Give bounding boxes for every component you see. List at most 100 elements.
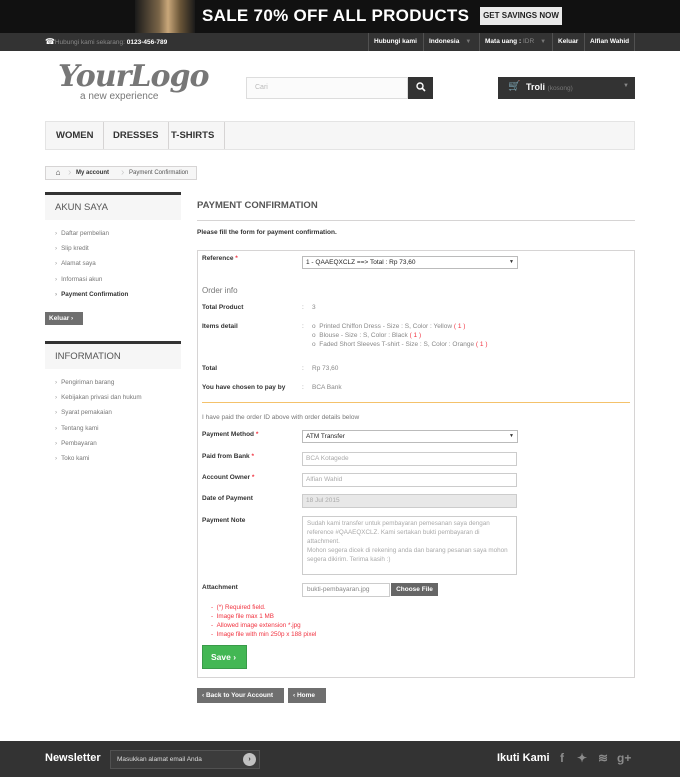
account-owner-field[interactable]: Alfian Wahid bbox=[302, 473, 517, 487]
top-logout-link[interactable]: Keluar bbox=[552, 33, 583, 51]
search-input[interactable]: Cari bbox=[246, 77, 408, 99]
menu-item-dresses[interactable]: DRESSES bbox=[103, 122, 170, 149]
choose-file-button[interactable]: Choose File bbox=[391, 583, 438, 596]
reference-label: Reference * bbox=[202, 255, 238, 262]
sidebar-item-stores[interactable]: › Toko kami bbox=[45, 451, 181, 466]
rule-item: - Allowed image extension *.jpg bbox=[211, 622, 301, 629]
contact-link-label: Hubungi kami bbox=[374, 38, 417, 45]
menu-item-tshirts[interactable]: T-SHIRTS bbox=[161, 122, 226, 149]
promo-banner[interactable]: SALE 70% OFF ALL PRODUCTS GET SAVINGS NO… bbox=[0, 0, 680, 33]
search-button[interactable] bbox=[408, 77, 433, 99]
sidebar-item-terms[interactable]: › Syarat pemakaian bbox=[45, 405, 181, 420]
sidebar-item-orders[interactable]: › Daftar pembelian bbox=[45, 226, 181, 241]
google-plus-icon[interactable]: g+ bbox=[617, 751, 631, 765]
sidebar-item-account-info[interactable]: › Informasi akun bbox=[45, 272, 181, 287]
paid-from-bank-field[interactable]: BCA Kotagede bbox=[302, 452, 517, 466]
chevron-right-icon: › bbox=[55, 439, 58, 447]
order-info-heading: Order info bbox=[202, 286, 238, 295]
banner-sale-text: SALE 70% OFF ALL PRODUCTS bbox=[202, 6, 470, 25]
sidebar-item-payment-confirmation[interactable]: › Payment Confirmation bbox=[45, 287, 181, 302]
language-label: Indonesia bbox=[429, 38, 460, 45]
banner-model-image bbox=[135, 0, 195, 33]
language-selector[interactable]: Indonesia ▼ bbox=[423, 33, 479, 51]
chevron-right-icon: › bbox=[55, 275, 58, 283]
save-button[interactable]: Save › bbox=[202, 645, 247, 669]
account-block-title: AKUN SAYA bbox=[45, 192, 181, 220]
rss-icon[interactable]: ≋ bbox=[598, 751, 608, 765]
chevron-right-icon: › bbox=[248, 756, 251, 763]
twitter-icon[interactable]: ✦ bbox=[577, 751, 587, 765]
sidebar-item-shipping[interactable]: › Pengiriman barang bbox=[45, 375, 181, 390]
home-button[interactable]: ‹ Home bbox=[288, 688, 326, 703]
sidebar-item-about[interactable]: › Tentang kami bbox=[45, 421, 181, 436]
home-icon[interactable]: ⌂ bbox=[46, 167, 70, 179]
chevron-down-icon: ▼ bbox=[509, 259, 514, 265]
breadcrumb-my-account[interactable]: My account bbox=[76, 167, 109, 179]
home-label: Home bbox=[296, 692, 316, 699]
payment-method-label-text: Payment Method bbox=[202, 431, 255, 438]
breadcrumb: ⌂ › My account › Payment Confirmation bbox=[45, 166, 197, 180]
date-of-payment-field[interactable]: 18 Jul 2015 bbox=[302, 494, 517, 508]
reference-value: 1 - QAAEQXCLZ ==> Total : Rp 73,60 bbox=[306, 259, 416, 266]
rule-text: Image file max 1 MB bbox=[216, 613, 275, 620]
colon-separator: : bbox=[302, 365, 304, 372]
rule-text: Image file with min 250p x 188 pixel bbox=[216, 631, 317, 638]
required-asterisk: * bbox=[255, 431, 259, 438]
item-qty: ( 1 ) bbox=[453, 323, 466, 330]
cart-text: Troli (kosong) bbox=[526, 82, 573, 92]
item-text: Faded Short Sleeves T-shirt - Size : S, … bbox=[319, 341, 475, 348]
follow-us-title: Ikuti Kami bbox=[497, 752, 550, 764]
footer: Newsletter Masukkan alamat email Anda › … bbox=[0, 741, 680, 777]
chevron-down-icon: ▼ bbox=[540, 39, 547, 45]
payment-method-label: Payment Method * bbox=[202, 431, 258, 438]
newsletter-submit-button[interactable]: › bbox=[243, 753, 256, 766]
sidebar-item-label: Tentang kami bbox=[61, 424, 99, 432]
top-bar: ☎ Hubungi kami sekarang: 0123-456-789 Hu… bbox=[0, 33, 680, 51]
paid-from-bank-label-text: Paid from Bank bbox=[202, 453, 250, 460]
paid-note: I have paid the order ID above with orde… bbox=[202, 414, 360, 421]
site-logo[interactable]: YourLogo a new experience bbox=[58, 62, 210, 106]
payment-method-select[interactable]: ATM Transfer ▼ bbox=[302, 430, 518, 443]
payment-method-value: ATM Transfer bbox=[306, 433, 345, 440]
newsletter-email-input[interactable]: Masukkan alamat email Anda bbox=[110, 750, 260, 769]
logout-label: Keluar bbox=[49, 315, 70, 322]
information-block-title: INFORMATION bbox=[45, 341, 181, 369]
sidebar-item-addresses[interactable]: › Alamat saya bbox=[45, 256, 181, 271]
back-to-account-button[interactable]: ‹ Back to Your Account bbox=[197, 688, 284, 703]
currency-value: IDR bbox=[522, 38, 535, 45]
account-owner-label: Account Owner * bbox=[202, 474, 254, 481]
chevron-right-icon: › bbox=[55, 290, 58, 298]
sidebar-item-label: Syarat pemakaian bbox=[61, 409, 112, 417]
rule-text: Allowed image extension *.jpg bbox=[216, 622, 301, 629]
chevron-right-icon: › bbox=[55, 424, 58, 432]
cart-label: Troli bbox=[526, 82, 546, 92]
sidebar-item-label: Slip kredit bbox=[61, 245, 89, 253]
user-account-link[interactable]: Alfian Wahid bbox=[584, 33, 636, 51]
currency-selector[interactable]: Mata uang : IDR ▼ bbox=[479, 33, 552, 51]
rule-item: - Image file max 1 MB bbox=[211, 613, 275, 620]
get-savings-button[interactable]: GET SAVINGS NOW bbox=[480, 7, 562, 25]
sidebar-item-payment[interactable]: › Pembayaran bbox=[45, 436, 181, 451]
information-menu: › Pengiriman barang › Kebijakan privasi da… bbox=[45, 375, 181, 466]
cart-button[interactable]: 🛒 Troli (kosong) ▼ bbox=[498, 77, 635, 99]
sidebar-item-credit-slips[interactable]: › Slip kredit bbox=[45, 241, 181, 256]
chevron-left-icon: ‹ bbox=[202, 692, 205, 699]
sidebar-item-privacy[interactable]: › Kebijakan privasi dan hukum bbox=[45, 390, 181, 405]
total-label: Total bbox=[202, 365, 218, 372]
item-qty: ( 1 ) bbox=[475, 341, 488, 348]
facebook-icon[interactable]: f bbox=[560, 751, 564, 765]
reference-select[interactable]: 1 - QAAEQXCLZ ==> Total : Rp 73,60 ▼ bbox=[302, 256, 518, 269]
sidebar-logout-button[interactable]: Keluar › bbox=[45, 312, 83, 325]
chevron-right-icon: › bbox=[71, 315, 74, 322]
cart-icon: 🛒 bbox=[508, 81, 521, 92]
sidebar-item-label: Pembayaran bbox=[61, 439, 97, 447]
menu-item-women[interactable]: WOMEN bbox=[46, 122, 105, 149]
user-name: Alfian Wahid bbox=[590, 38, 630, 45]
payment-note-textarea[interactable]: Sudah kami transfer untuk pembayaran pem… bbox=[302, 516, 517, 575]
paid-from-bank-label: Paid from Bank * bbox=[202, 453, 254, 460]
chevron-right-icon: › bbox=[55, 409, 58, 417]
phone-icon: ☎ bbox=[45, 37, 55, 46]
contact-link[interactable]: Hubungi kami bbox=[368, 33, 422, 51]
newsletter-title: Newsletter bbox=[45, 752, 101, 764]
sidebar-item-label: Pengiriman barang bbox=[61, 379, 115, 386]
